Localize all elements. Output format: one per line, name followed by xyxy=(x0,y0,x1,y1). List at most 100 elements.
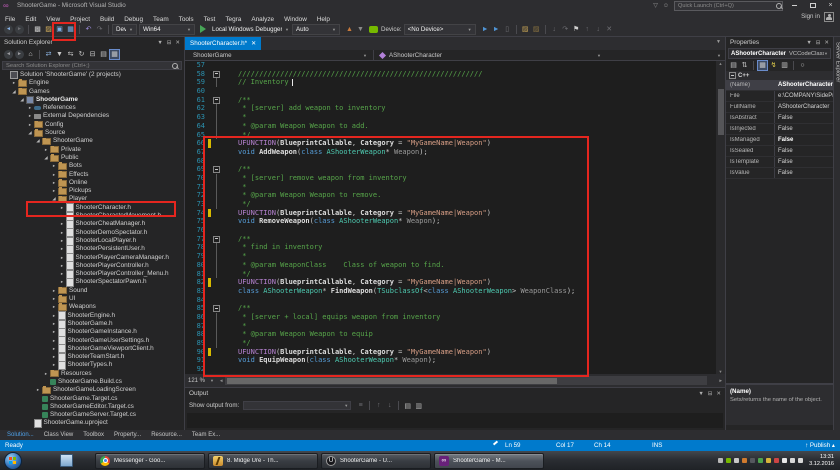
property-row[interactable]: Filee:\COMPANY\SidePr xyxy=(726,91,833,102)
collapsed-icon[interactable]: ▸ xyxy=(59,262,65,270)
collapsed-icon[interactable]: ▸ xyxy=(59,237,65,245)
pause-icon[interactable]: ▯ xyxy=(502,24,513,35)
tree-item[interactable]: ◢Source xyxy=(0,129,184,137)
expanded-icon[interactable]: ◢ xyxy=(27,129,33,137)
code-line[interactable]: 65 */ xyxy=(185,131,725,140)
code-line[interactable]: 76 xyxy=(185,226,725,235)
code-line[interactable]: 88 * @param Weapon Weapon to equip xyxy=(185,330,725,339)
collapsed-icon[interactable]: ▸ xyxy=(51,353,57,361)
tree-item[interactable]: ▸ShooterGameUserSettings.h xyxy=(0,337,184,345)
code-line[interactable]: 66UFUNCTION(BlueprintCallable, Category … xyxy=(185,139,725,148)
device-dropdown[interactable]: <No Device>▼ xyxy=(404,24,476,35)
pin-icon[interactable]: ⊟ xyxy=(708,391,713,397)
scroll-right-icon[interactable]: ► xyxy=(717,378,725,383)
tree-item[interactable]: ShooterGame.uproject xyxy=(0,419,184,427)
tree-item[interactable]: ShooterGame.Build.cs xyxy=(0,378,184,386)
collapse-section-icon[interactable] xyxy=(729,72,736,79)
collapsed-icon[interactable]: ▸ xyxy=(51,295,57,303)
tree-item[interactable]: ShooterGameServer.Target.cs xyxy=(0,411,184,419)
collapsed-icon[interactable]: ▸ xyxy=(59,204,65,212)
code-line[interactable]: 78 * find in inventory xyxy=(185,243,725,252)
taskbar-button[interactable]: Messenger - Goo... xyxy=(95,453,205,469)
property-value[interactable]: AShooterCharacter xyxy=(774,80,833,90)
property-row[interactable]: IsInjectedFalse xyxy=(726,124,833,135)
start-button[interactable] xyxy=(4,452,22,470)
code-line[interactable]: 79 * xyxy=(185,252,725,261)
code-line[interactable]: 87 * xyxy=(185,322,725,331)
restore-button[interactable] xyxy=(806,1,819,10)
prev-bookmark-icon[interactable]: ↑ xyxy=(582,24,593,35)
tree-item[interactable]: ▸ShooterGameViewportClient.h xyxy=(0,345,184,353)
tree-item[interactable]: ▸UI xyxy=(0,295,184,303)
tree-item[interactable]: ▸External Dependencies xyxy=(0,112,184,120)
properties-view-icon[interactable]: ▦ xyxy=(757,60,768,71)
new-project-icon[interactable]: ▩ xyxy=(32,24,43,35)
graphics-debug-icon[interactable]: ► xyxy=(480,24,491,35)
collapsed-icon[interactable]: ▸ xyxy=(59,212,65,220)
save-all-icon[interactable]: ▦ xyxy=(65,24,76,35)
collapsed-icon[interactable]: ▸ xyxy=(27,104,33,112)
scroll-left-icon[interactable]: ◄ xyxy=(217,378,225,383)
step-over-icon[interactable]: ↷ xyxy=(560,24,571,35)
property-value[interactable]: False xyxy=(774,157,833,167)
expanded-icon[interactable]: ◢ xyxy=(43,154,49,162)
collapsed-icon[interactable]: ▸ xyxy=(51,162,57,170)
tree-item[interactable]: ▸Resources xyxy=(0,370,184,378)
collapsed-icon[interactable]: ▸ xyxy=(51,361,57,369)
tab-close-icon[interactable]: ✕ xyxy=(251,40,256,47)
code-line[interactable]: 77/** xyxy=(185,235,725,244)
tree-item[interactable]: ▸ShooterTypes.h xyxy=(0,361,184,369)
code-line[interactable]: 92 xyxy=(185,365,725,374)
prev-message-icon[interactable]: ↑ xyxy=(373,400,384,411)
code-line[interactable]: 70 * [server] remove weapon from invento… xyxy=(185,174,725,183)
tree-item[interactable]: ◢Player xyxy=(0,195,184,203)
code-line[interactable]: 67void AddWeapon(class AShooterWeapon* W… xyxy=(185,148,725,157)
server-explorer-vertical-tab[interactable]: Server Explorer xyxy=(835,42,840,82)
next-bookmark-icon[interactable]: ↓ xyxy=(593,24,604,35)
tree-item[interactable]: ▸ShooterTeamStart.h xyxy=(0,353,184,361)
fold-margin[interactable] xyxy=(211,304,222,313)
navigate-forward-icon[interactable]: ► xyxy=(15,25,24,34)
switch-views-icon[interactable]: ⇄ xyxy=(43,49,54,60)
show-all-files-icon[interactable]: ▤ xyxy=(98,49,109,60)
code-line[interactable]: 85/** xyxy=(185,304,725,313)
expanded-icon[interactable]: ◢ xyxy=(51,195,57,203)
collapsed-icon[interactable]: ▸ xyxy=(51,337,57,345)
collapsed-icon[interactable]: ▸ xyxy=(59,278,65,286)
tree-item[interactable]: ▸ShooterCheatManager.h xyxy=(0,220,184,228)
flag-tray-icon[interactable] xyxy=(782,458,787,463)
tree-item[interactable]: ▸ShooterGameInstance.h xyxy=(0,328,184,336)
home-icon[interactable]: ⌂ xyxy=(25,49,36,60)
tree-item[interactable]: ▸ShooterPlayerController_Menu.h xyxy=(0,270,184,278)
code-area[interactable]: 5758////////////////////////////////////… xyxy=(185,61,725,374)
collapsed-icon[interactable]: ▸ xyxy=(11,79,17,87)
collapsed-icon[interactable]: ▸ xyxy=(51,320,57,328)
save-icon[interactable]: ▣ xyxy=(54,24,65,35)
step-into-icon[interactable]: ↓ xyxy=(549,24,560,35)
code-line[interactable]: 83class AShooterWeapon* FindWeapon(TSubc… xyxy=(185,287,725,296)
property-row[interactable]: IsValueFalse xyxy=(726,168,833,179)
steam-tray-icon[interactable] xyxy=(750,458,755,463)
vertical-scrollbar[interactable]: ▲ ▼ xyxy=(716,61,725,374)
property-row[interactable]: IsManagedFalse xyxy=(726,135,833,146)
next-message-icon[interactable]: ↓ xyxy=(384,400,395,411)
tree-item[interactable]: ▸Weapons xyxy=(0,303,184,311)
code-line[interactable]: 80 * @param WeaponClass Class of weapon … xyxy=(185,261,725,270)
publish-button[interactable]: ↑ Publish ▴ xyxy=(805,442,835,449)
nvidia-tray-icon[interactable] xyxy=(726,458,731,463)
close-panel-icon[interactable]: ✕ xyxy=(824,40,829,46)
collapsed-icon[interactable]: ▸ xyxy=(27,121,33,129)
property-value[interactable]: False xyxy=(774,146,833,156)
tree-item[interactable]: ◢Public xyxy=(0,154,184,162)
clear-all-icon[interactable]: ▤ xyxy=(402,400,413,411)
code-line[interactable]: 58//////////////////////////////////////… xyxy=(185,70,725,79)
tree-item[interactable]: ▸Engine xyxy=(0,79,184,87)
tree-item[interactable]: ▸Bots xyxy=(0,162,184,170)
fold-margin[interactable] xyxy=(211,235,222,244)
redo-icon[interactable]: ↷ xyxy=(94,24,105,35)
clear-bookmark-icon[interactable]: ✕ xyxy=(604,24,615,35)
collapsed-icon[interactable]: ▸ xyxy=(51,345,57,353)
tree-item[interactable]: ▸ShooterCharacter.h xyxy=(0,204,184,212)
open-file-icon[interactable]: ▨ xyxy=(43,24,54,35)
alphabetical-icon[interactable]: ⇅ xyxy=(739,60,750,71)
